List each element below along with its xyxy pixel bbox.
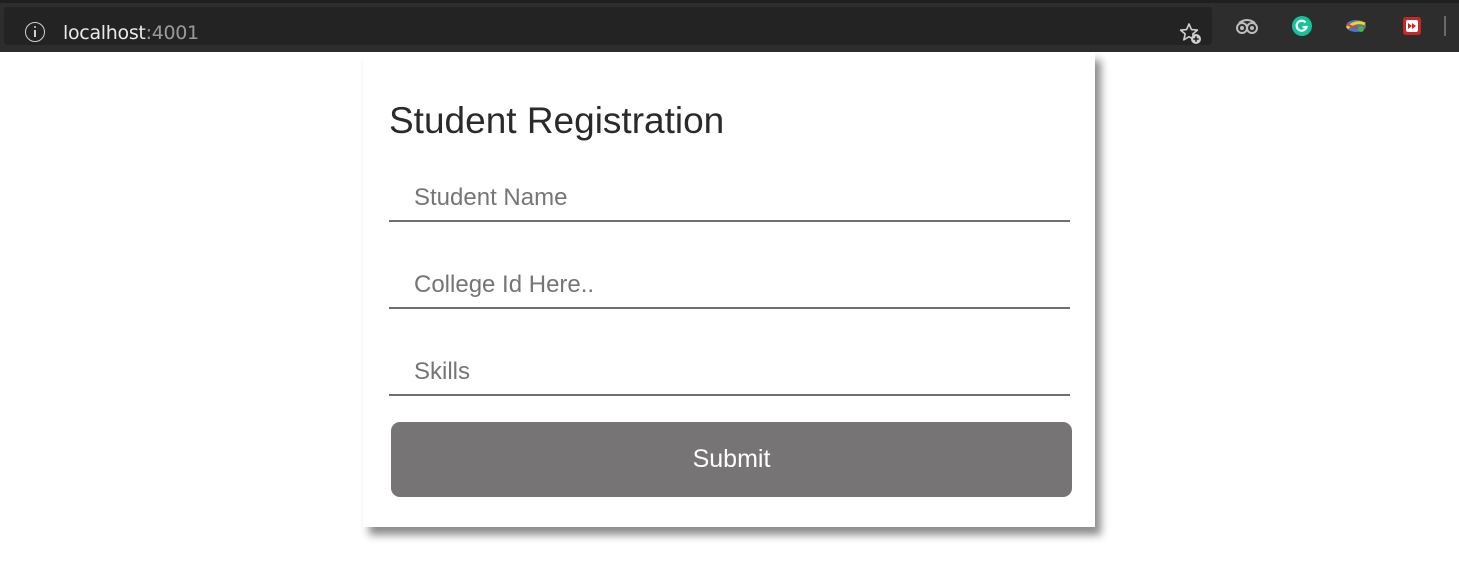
address-bar[interactable]: localhost:4001 <box>4 7 1212 45</box>
page-title: Student Registration <box>389 100 725 141</box>
student-name-input[interactable] <box>389 176 1070 222</box>
extension-globe-icon[interactable] <box>1344 14 1368 38</box>
extension-icon[interactable] <box>1235 14 1259 38</box>
toolbar-divider <box>1444 16 1446 36</box>
extension-red-icon[interactable] <box>1400 14 1424 38</box>
skills-input[interactable] <box>389 350 1070 396</box>
tab-strip <box>0 0 1459 3</box>
registration-card: Student Registration Submit <box>363 52 1095 527</box>
url-host: localhost <box>63 22 146 44</box>
submit-button[interactable]: Submit <box>391 422 1072 497</box>
grammarly-icon[interactable] <box>1290 14 1314 38</box>
bookmark-star-icon[interactable] <box>1178 21 1204 47</box>
url-port: :4001 <box>145 22 200 44</box>
college-id-input[interactable] <box>389 263 1070 309</box>
browser-toolbar: localhost:4001 <box>0 0 1459 52</box>
url-text[interactable]: localhost:4001 <box>63 22 199 44</box>
info-icon[interactable] <box>25 22 45 42</box>
